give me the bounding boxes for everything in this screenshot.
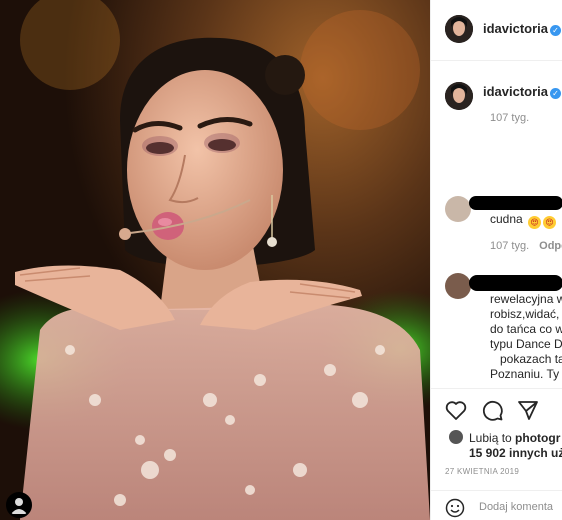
header-username-text: idavictoria bbox=[483, 21, 549, 36]
emoji-icon: 😍 bbox=[543, 216, 557, 229]
comment-avatar[interactable] bbox=[445, 196, 471, 222]
comment-line: pokazach tan bbox=[500, 352, 562, 366]
caption-time[interactable]: 107 tyg. bbox=[490, 112, 529, 124]
liker-avatar[interactable] bbox=[449, 430, 463, 444]
caption-username[interactable]: idavictoria ✓ bbox=[483, 84, 562, 99]
caption-username-text: idavictoria bbox=[483, 84, 549, 99]
add-comment-input[interactable]: Dodaj komenta bbox=[479, 501, 553, 513]
post-date[interactable]: 27 KWIETNIA 2019 bbox=[445, 467, 519, 476]
comment-line: do tańca co w bbox=[490, 322, 562, 336]
emoji-icon: 😍 bbox=[528, 216, 542, 229]
comment-body: cudna bbox=[490, 212, 523, 226]
verified-badge-icon: ✓ bbox=[550, 25, 562, 36]
paper-plane-icon[interactable] bbox=[516, 398, 540, 422]
photo-image bbox=[0, 0, 430, 520]
liker-username[interactable]: photogr bbox=[515, 431, 560, 445]
caption-avatar[interactable] bbox=[445, 82, 473, 110]
comment-avatar[interactable] bbox=[445, 273, 471, 299]
redacted-username bbox=[469, 196, 562, 210]
avatar-icon bbox=[445, 15, 473, 43]
comment-line: Poznaniu. Ty bbox=[490, 367, 560, 381]
verified-badge-icon: ✓ bbox=[550, 88, 562, 99]
add-comment-bar[interactable]: Dodaj komenta bbox=[431, 490, 562, 520]
comment-text: rewelacyjna w robisz,widać, do tańca co … bbox=[490, 292, 562, 382]
emoji-icon[interactable] bbox=[445, 498, 465, 518]
speech-bubble-icon[interactable] bbox=[480, 398, 504, 422]
photo-owner-avatar[interactable] bbox=[6, 492, 32, 518]
post-photo[interactable] bbox=[0, 0, 430, 520]
comment-meta: 107 tyg. Odpo bbox=[490, 240, 562, 252]
header-username[interactable]: idavictoria ✓ bbox=[483, 21, 562, 36]
likes-count-text: 15 902 innych uż bbox=[469, 446, 562, 460]
redacted-username bbox=[469, 275, 562, 291]
post-side-panel: idavictoria ✓ idavictoria ✓ 107 tyg. cudna… bbox=[430, 0, 562, 520]
header-avatar[interactable] bbox=[445, 15, 473, 43]
comment-line: robisz,widać, bbox=[490, 307, 560, 321]
comment-line: typu Dance D bbox=[490, 337, 562, 351]
comment-time[interactable]: 107 tyg. bbox=[490, 240, 529, 252]
avatar-icon bbox=[11, 498, 27, 514]
likes-prefix: Lubią to bbox=[469, 431, 516, 445]
likes-summary: Lubią to photogr bbox=[469, 431, 560, 445]
comment-line: rewelacyjna w bbox=[490, 292, 562, 306]
reply-button[interactable]: Odpo bbox=[539, 240, 562, 252]
post-header: idavictoria ✓ bbox=[431, 0, 562, 61]
comment-text: cudna 😍 😍 bbox=[490, 212, 557, 229]
heart-icon[interactable] bbox=[444, 398, 468, 422]
avatar-icon bbox=[445, 82, 473, 110]
likes-count[interactable]: 15 902 innych uż bbox=[469, 446, 562, 460]
